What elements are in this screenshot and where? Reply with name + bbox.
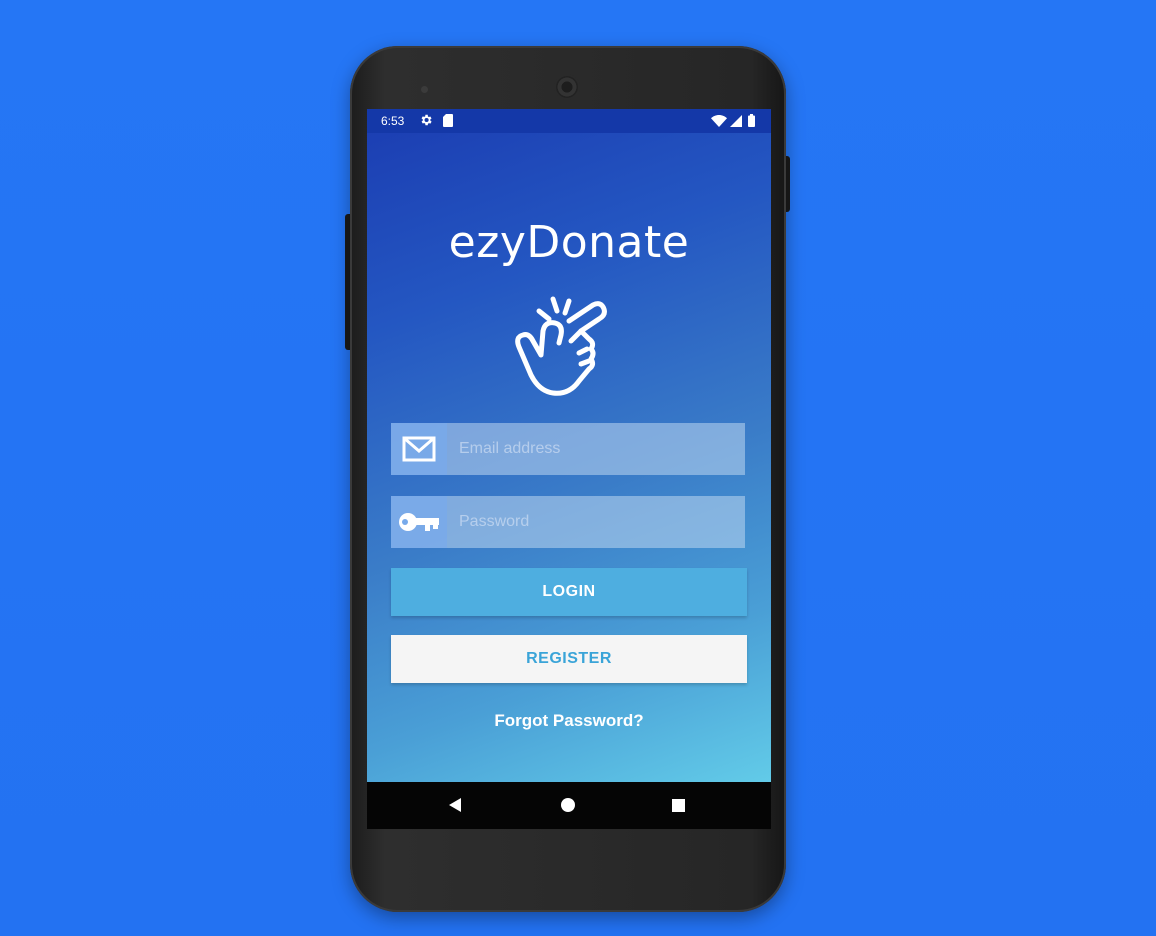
status-time: 6:53	[381, 114, 405, 128]
password-input[interactable]	[447, 496, 745, 548]
home-icon[interactable]	[561, 798, 575, 817]
sd-card-icon	[443, 114, 453, 130]
email-field[interactable]	[391, 423, 745, 475]
gear-icon	[419, 113, 433, 130]
sensor-dot	[421, 86, 428, 93]
login-screen: ezyDonate Email address LOGIN REGISTER F…	[367, 133, 771, 782]
front-camera	[556, 76, 578, 98]
back-icon[interactable]	[449, 798, 463, 817]
phone-screen: 6:53 ezyDonate Email address LOGIN REGIS…	[367, 109, 771, 829]
wifi-icon	[711, 115, 727, 130]
snapping-fingers-hand-icon	[509, 291, 619, 403]
app-title: ezyDonate	[448, 217, 690, 268]
navigation-bar	[367, 782, 771, 829]
background: 6:53 ezyDonate Email address LOGIN REGIS…	[0, 0, 1156, 936]
login-button[interactable]: LOGIN	[391, 568, 747, 616]
status-bar: 6:53	[367, 109, 771, 133]
register-button[interactable]: REGISTER	[391, 635, 747, 683]
password-field[interactable]	[391, 496, 745, 548]
envelope-icon	[391, 423, 447, 475]
email-input[interactable]	[447, 423, 745, 475]
key-icon	[391, 496, 447, 548]
battery-icon	[748, 114, 755, 130]
signal-icon	[730, 115, 742, 130]
forgot-password-link[interactable]: Forgot Password?	[367, 711, 771, 731]
recent-apps-icon[interactable]	[672, 799, 685, 817]
